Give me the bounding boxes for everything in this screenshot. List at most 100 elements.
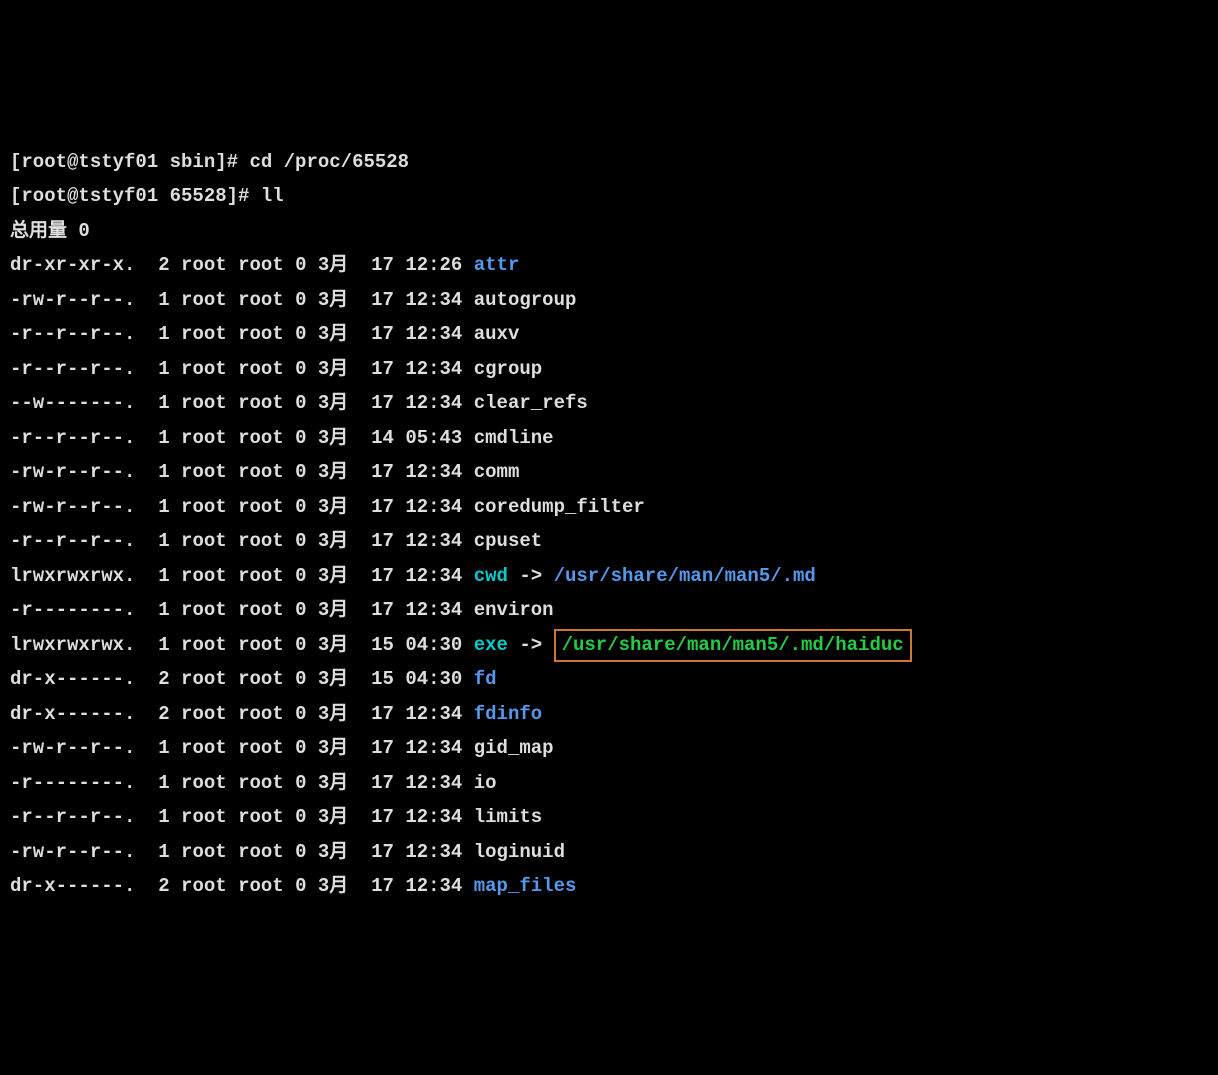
time: 12:34	[405, 599, 462, 621]
group: root	[238, 875, 284, 897]
group: root	[238, 392, 284, 414]
permissions: -r--r--r--.	[10, 806, 147, 828]
time: 12:26	[405, 254, 462, 276]
time: 04:30	[405, 668, 462, 690]
month: 3月	[318, 427, 348, 449]
month: 3月	[318, 772, 348, 794]
size: 0	[295, 358, 306, 380]
permissions: -rw-r--r--.	[10, 289, 147, 311]
file-name: clear_refs	[474, 392, 588, 414]
day: 17	[371, 461, 394, 483]
month: 3月	[318, 634, 348, 656]
links: 1	[147, 806, 170, 828]
permissions: -rw-r--r--.	[10, 737, 147, 759]
owner: root	[181, 599, 227, 621]
owner: root	[181, 565, 227, 587]
day: 14	[371, 427, 394, 449]
size: 0	[295, 427, 306, 449]
permissions: -rw-r--r--.	[10, 461, 147, 483]
file-name: loginuid	[474, 841, 565, 863]
terminal-output[interactable]: [root@tstyf01 sbin]# cd /proc/65528[root…	[10, 145, 1208, 904]
permissions: --w-------.	[10, 392, 147, 414]
link-name: exe	[474, 634, 508, 656]
time: 12:34	[405, 841, 462, 863]
file-name: coredump_filter	[474, 496, 645, 518]
time: 12:34	[405, 461, 462, 483]
dir-name: fd	[474, 668, 497, 690]
command: cd /proc/65528	[249, 151, 409, 173]
links: 1	[147, 634, 170, 656]
size: 0	[295, 461, 306, 483]
size: 0	[295, 530, 306, 552]
time: 12:34	[405, 875, 462, 897]
links: 1	[147, 599, 170, 621]
time: 12:34	[405, 565, 462, 587]
time: 12:34	[405, 703, 462, 725]
prompt: [root@tstyf01 sbin]#	[10, 151, 249, 173]
group: root	[238, 254, 284, 276]
listing-row: lrwxrwxrwx. 1 root root 0 3月 17 12:34 cw…	[10, 559, 1208, 594]
month: 3月	[318, 841, 348, 863]
listing-row: dr-x------. 2 root root 0 3月 15 04:30 fd	[10, 662, 1208, 697]
time: 12:34	[405, 737, 462, 759]
links: 2	[147, 668, 170, 690]
file-name: io	[474, 772, 497, 794]
links: 1	[147, 772, 170, 794]
dir-name: map_files	[474, 875, 577, 897]
highlighted-path: /usr/share/man/man5/.md/haiduc	[554, 629, 912, 662]
permissions: -r--r--r--.	[10, 323, 147, 345]
month: 3月	[318, 254, 348, 276]
day: 17	[371, 565, 394, 587]
listing-row: --w-------. 1 root root 0 3月 17 12:34 cl…	[10, 386, 1208, 421]
month: 3月	[318, 565, 348, 587]
listing-row: -rw-r--r--. 1 root root 0 3月 17 12:34 co…	[10, 455, 1208, 490]
permissions: -r--------.	[10, 772, 147, 794]
owner: root	[181, 427, 227, 449]
day: 15	[371, 668, 394, 690]
month: 3月	[318, 358, 348, 380]
listing-row: -r--------. 1 root root 0 3月 17 12:34 io	[10, 766, 1208, 801]
group: root	[238, 772, 284, 794]
size: 0	[295, 392, 306, 414]
size: 0	[295, 565, 306, 587]
group: root	[238, 737, 284, 759]
link-name: cwd	[474, 565, 508, 587]
dir-name: attr	[474, 254, 520, 276]
listing-row: -rw-r--r--. 1 root root 0 3月 17 12:34 co…	[10, 490, 1208, 525]
day: 15	[371, 634, 394, 656]
owner: root	[181, 323, 227, 345]
size: 0	[295, 289, 306, 311]
listing-row: lrwxrwxrwx. 1 root root 0 3月 15 04:30 ex…	[10, 628, 1208, 663]
group: root	[238, 530, 284, 552]
permissions: lrwxrwxrwx.	[10, 634, 147, 656]
links: 1	[147, 358, 170, 380]
day: 17	[371, 737, 394, 759]
month: 3月	[318, 668, 348, 690]
month: 3月	[318, 496, 348, 518]
month: 3月	[318, 599, 348, 621]
group: root	[238, 461, 284, 483]
group: root	[238, 703, 284, 725]
group: root	[238, 806, 284, 828]
total-line: 总用量 0	[10, 214, 1208, 249]
listing-row: -r--r--r--. 1 root root 0 3月 17 12:34 au…	[10, 317, 1208, 352]
time: 12:34	[405, 806, 462, 828]
listing-row: -r--r--r--. 1 root root 0 3月 17 12:34 cg…	[10, 352, 1208, 387]
time: 04:30	[405, 634, 462, 656]
links: 1	[147, 565, 170, 587]
size: 0	[295, 634, 306, 656]
file-name: gid_map	[474, 737, 554, 759]
group: root	[238, 565, 284, 587]
day: 17	[371, 772, 394, 794]
size: 0	[295, 772, 306, 794]
links: 1	[147, 392, 170, 414]
owner: root	[181, 703, 227, 725]
group: root	[238, 358, 284, 380]
group: root	[238, 599, 284, 621]
listing-row: -rw-r--r--. 1 root root 0 3月 17 12:34 gi…	[10, 731, 1208, 766]
day: 17	[371, 323, 394, 345]
size: 0	[295, 841, 306, 863]
listing-row: -r--r--r--. 1 root root 0 3月 14 05:43 cm…	[10, 421, 1208, 456]
month: 3月	[318, 289, 348, 311]
group: root	[238, 841, 284, 863]
